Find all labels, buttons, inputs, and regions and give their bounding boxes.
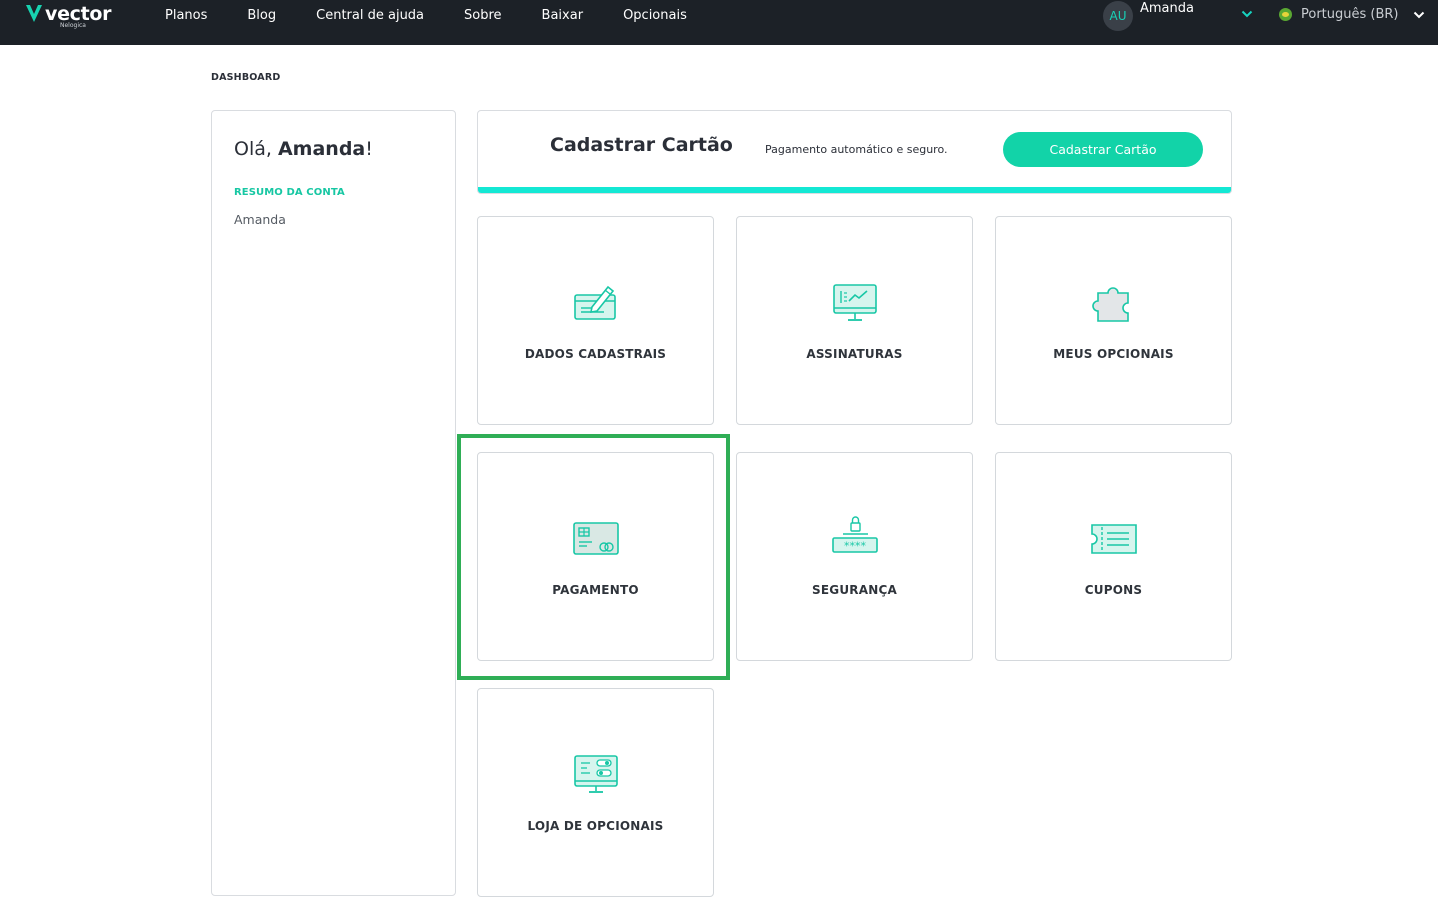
chevron-down-icon[interactable] xyxy=(1241,9,1253,19)
credit-card-icon xyxy=(572,522,619,555)
card-label: DADOS CADASTRAIS xyxy=(524,347,667,361)
card-pagamento[interactable]: PAGAMENTO xyxy=(477,452,714,661)
greeting-suffix: ! xyxy=(365,138,373,160)
card-edit-icon xyxy=(573,285,616,320)
nav-opcionais[interactable]: Opcionais xyxy=(623,8,687,24)
account-summary-heading: RESUMO DA CONTA xyxy=(234,187,345,198)
card-meus-opcionais[interactable]: MEUS OPCIONAIS xyxy=(995,216,1232,425)
lock-password-icon: **** xyxy=(831,516,878,553)
card-label: ASSINATURAS xyxy=(806,347,903,361)
greeting-name: Amanda xyxy=(277,138,366,160)
card-assinaturas[interactable]: ASSINATURAS xyxy=(736,216,973,425)
card-label: PAGAMENTO xyxy=(552,583,639,597)
card-label: LOJA DE OPCIONAIS xyxy=(527,819,664,833)
brazil-flag-icon xyxy=(1279,8,1292,21)
logo-subtitle: Nelogica xyxy=(60,22,86,29)
nav-blog[interactable]: Blog xyxy=(247,8,276,24)
account-name: Amanda xyxy=(234,212,286,227)
card-label: MEUS OPCIONAIS xyxy=(1053,347,1174,361)
greeting: Olá, Amanda! xyxy=(234,138,373,160)
nav-planos[interactable]: Planos xyxy=(165,8,207,24)
nav-central-de-ajuda[interactable]: Central de ajuda xyxy=(316,8,424,24)
card-seguranca[interactable]: **** SEGURANÇA xyxy=(736,452,973,661)
card-label: SEGURANÇA xyxy=(812,583,897,597)
banner-description: Pagamento automático e seguro. xyxy=(765,143,948,156)
card-cupons[interactable]: CUPONS xyxy=(995,452,1232,661)
language-selector[interactable]: Português (BR) xyxy=(1279,7,1425,22)
breadcrumb: DASHBOARD xyxy=(211,72,281,83)
nav-sobre[interactable]: Sobre xyxy=(464,8,502,24)
chevron-down-icon[interactable] xyxy=(1413,10,1425,20)
vector-logo-icon xyxy=(26,5,42,22)
account-sidebar: Olá, Amanda! RESUMO DA CONTA Amanda xyxy=(211,110,456,896)
avatar[interactable]: AU xyxy=(1103,1,1133,31)
card-label: CUPONS xyxy=(1084,583,1143,597)
monitor-toggles-icon xyxy=(573,755,618,793)
banner-title: Cadastrar Cartão xyxy=(550,134,733,156)
card-dados-cadastrais[interactable]: DADOS CADASTRAIS xyxy=(477,216,714,425)
monitor-chart-icon xyxy=(832,284,877,321)
banner-accent-bar xyxy=(478,187,1231,193)
user-name[interactable]: Amanda xyxy=(1140,1,1194,16)
top-navbar: vector Nelogica Planos Blog Central de a… xyxy=(0,0,1438,45)
greeting-prefix: Olá, xyxy=(234,138,272,160)
puzzle-icon xyxy=(1091,287,1129,322)
language-label[interactable]: Português (BR) xyxy=(1301,7,1399,22)
register-card-banner: Cadastrar Cartão Pagamento automático e … xyxy=(477,110,1232,194)
card-loja-de-opcionais[interactable]: LOJA DE OPCIONAIS xyxy=(477,688,714,897)
register-card-button[interactable]: Cadastrar Cartão xyxy=(1003,132,1203,167)
main-nav: Planos Blog Central de ajuda Sobre Baixa… xyxy=(165,8,727,24)
svg-text:****: **** xyxy=(844,540,867,553)
nav-baixar[interactable]: Baixar xyxy=(542,8,584,24)
ticket-icon xyxy=(1090,524,1137,554)
